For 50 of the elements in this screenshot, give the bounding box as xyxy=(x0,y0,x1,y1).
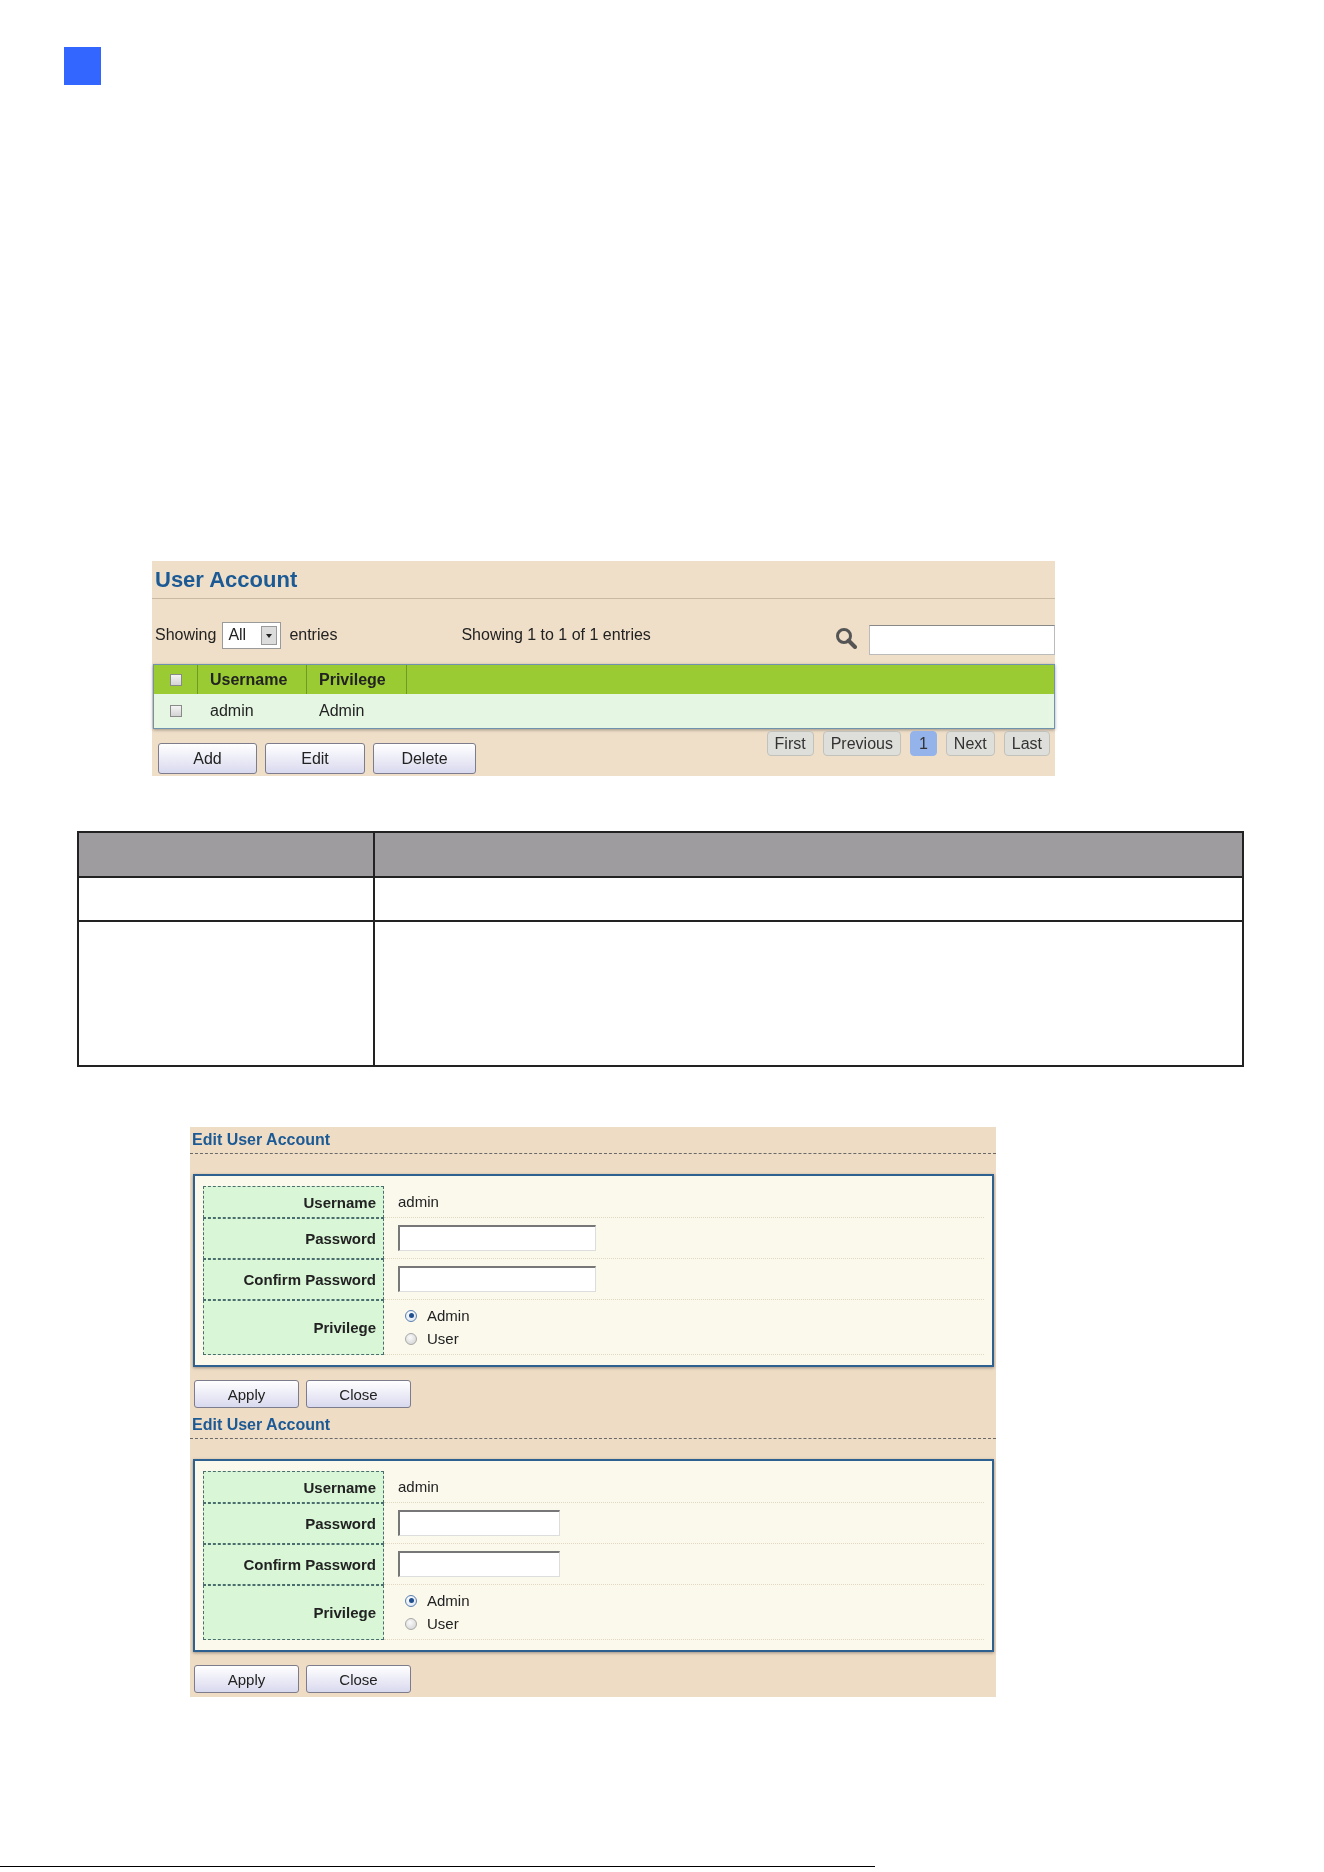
password-field[interactable] xyxy=(398,1551,560,1577)
entries-info: Showing 1 to 1 of 1 entries xyxy=(461,626,651,644)
field-label: Password xyxy=(203,1503,384,1544)
action-button[interactable]: Delete xyxy=(373,743,476,774)
radio-label[interactable]: Admin xyxy=(427,1592,470,1609)
square-icon xyxy=(64,47,101,85)
table-cell-text: Admin xyxy=(318,701,366,721)
action-button[interactable]: Edit xyxy=(265,743,365,774)
action-button[interactable]: Close xyxy=(306,1380,411,1408)
radio-button[interactable] xyxy=(405,1594,417,1607)
entries-label: entries xyxy=(289,626,338,644)
radio-label[interactable]: User xyxy=(427,1615,459,1632)
checkbox[interactable] xyxy=(170,705,182,717)
page-button[interactable]: Next xyxy=(945,731,995,756)
action-button[interactable]: Apply xyxy=(194,1380,299,1408)
search-field[interactable] xyxy=(869,625,1055,655)
radio-button[interactable] xyxy=(405,1332,417,1345)
action-button[interactable]: Add xyxy=(158,743,257,774)
field-label: Privilege xyxy=(203,1585,384,1640)
checkbox[interactable] xyxy=(169,673,182,686)
field-label: Confirm Password xyxy=(203,1544,384,1585)
password-field[interactable] xyxy=(398,1510,560,1536)
page-size-select[interactable]: All xyxy=(222,621,282,649)
showing-label: Showing xyxy=(155,626,217,644)
panel-title: Edit User Account xyxy=(192,1131,331,1149)
field-label: Username xyxy=(203,1186,384,1218)
table-row[interactable]: admin Admin xyxy=(154,694,1054,728)
caret-icon xyxy=(261,625,278,645)
password-field[interactable] xyxy=(398,1225,596,1251)
page-button[interactable]: 1 xyxy=(909,731,937,756)
password-field[interactable] xyxy=(398,1266,596,1292)
table-cell-text: admin xyxy=(209,701,255,721)
radio-button[interactable] xyxy=(405,1617,417,1630)
field-label: Username xyxy=(203,1471,384,1503)
page-button[interactable]: Previous xyxy=(822,731,901,756)
action-button[interactable]: Close xyxy=(306,1665,411,1693)
field-label: Confirm Password xyxy=(203,1259,384,1300)
page-button[interactable]: First xyxy=(766,731,814,756)
panel-title: User Account xyxy=(155,566,298,593)
page-button[interactable]: Last xyxy=(1003,731,1050,756)
radio-button[interactable] xyxy=(405,1309,417,1322)
field-label: Privilege xyxy=(203,1300,384,1355)
search-icon xyxy=(835,627,857,649)
radio-label[interactable]: User xyxy=(427,1330,459,1347)
radio-label[interactable]: Admin xyxy=(427,1307,470,1324)
panel-title: Edit User Account xyxy=(192,1416,331,1434)
username-value: admin xyxy=(398,1193,439,1210)
action-button[interactable]: Apply xyxy=(194,1665,299,1693)
field-label: Password xyxy=(203,1218,384,1259)
username-value: admin xyxy=(398,1478,439,1495)
